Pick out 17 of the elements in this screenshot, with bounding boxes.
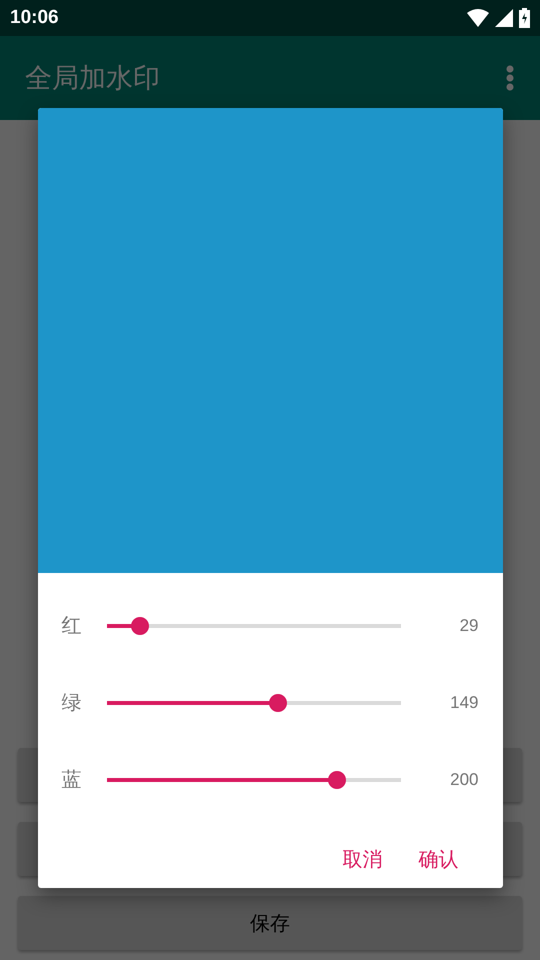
signal-icon <box>495 9 513 27</box>
battery-icon <box>519 8 530 28</box>
save-button[interactable]: 保存 <box>18 896 522 950</box>
wifi-icon <box>467 9 489 27</box>
dialog-action-button[interactable]: 确认 <box>418 838 458 881</box>
status-time: 10:06 <box>10 7 59 29</box>
channel-value: 200 <box>449 770 478 790</box>
slider-thumb[interactable] <box>131 616 150 634</box>
channel-value: 149 <box>449 692 478 712</box>
slider-thumb[interactable] <box>328 770 346 788</box>
channel-value: 29 <box>458 616 478 636</box>
channel-label: 蓝 <box>62 766 82 793</box>
slider-thumb[interactable] <box>269 694 288 712</box>
channel-label: 绿 <box>62 689 82 716</box>
channel-label: 红 <box>62 612 82 639</box>
dialog-action-button[interactable]: 取消 <box>342 838 382 881</box>
app-title: 全局加水印 <box>25 62 160 96</box>
